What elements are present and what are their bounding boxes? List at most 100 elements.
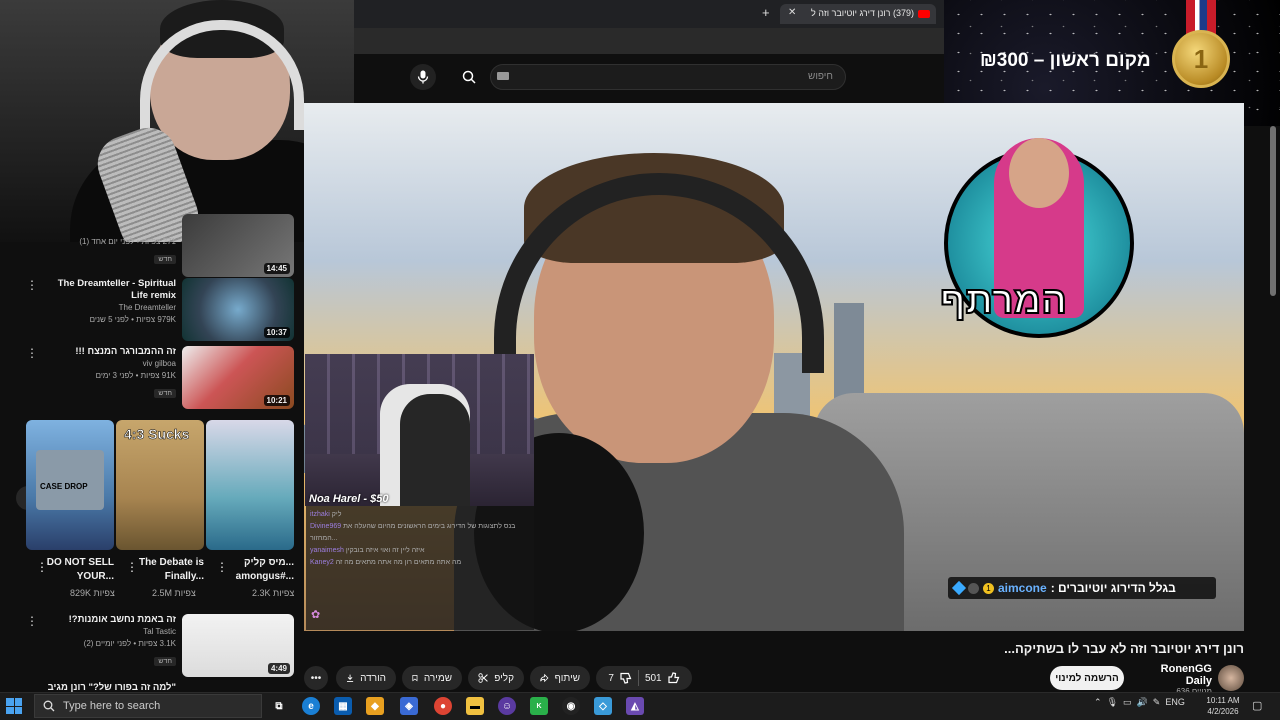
volume-icon[interactable]: 🔊 [1137, 697, 1148, 707]
rank-badge-icon: 1 [983, 582, 994, 594]
notification-icon[interactable]: ▢ [1252, 699, 1262, 712]
video-meta: זה ההמבורגר המנצח !!! viv gilboa 91K צפי… [42, 346, 176, 400]
page-scrollbar[interactable] [1270, 126, 1276, 296]
list-item[interactable]: "למה זה בפורו של?" רונן מגיב [0, 682, 304, 692]
obs-icon[interactable]: ◉ [562, 697, 580, 715]
file-explorer-icon[interactable]: ▬ [466, 697, 484, 715]
store-icon[interactable]: ▦ [334, 697, 352, 715]
chat-message: בנס לתצוגות של הדירוג בימים הראשונים מהי… [310, 523, 516, 542]
app-icon-3[interactable]: ◭ [626, 697, 644, 715]
clock-date: 4/2/2026 [1207, 707, 1239, 716]
video-title[interactable]: "למה זה בפורו של?" רונן מגיב [42, 682, 176, 692]
channel-name[interactable]: RonenGG Daily [1132, 663, 1212, 687]
video-thumbnail[interactable]: 4:49 [182, 614, 294, 677]
short-thumbnail[interactable]: CASE DROP [26, 420, 114, 550]
video-views: 979K צפיות • לפני 5 שנים [89, 315, 176, 324]
language-indicator[interactable]: ENG [1165, 697, 1185, 707]
more-options-icon[interactable]: ⋮ [216, 560, 228, 574]
save-button[interactable]: שמירה [402, 666, 462, 690]
list-item[interactable]: 4:49 זה באמת נחשב אומנות?! Tal Tastic 3.… [0, 614, 304, 680]
dislike-icon[interactable] [620, 672, 632, 684]
mic-icon[interactable]: 🎙 [1107, 697, 1118, 707]
network-icon[interactable]: ▭ [1123, 697, 1132, 707]
subtitle-username: aimcone [998, 581, 1047, 595]
list-item[interactable]: 10:37 The Dreamteller - Spiritual Life r… [0, 278, 304, 344]
case-graphic [36, 450, 104, 510]
video-thumbnail[interactable]: 10:21 [182, 346, 294, 409]
video-title[interactable]: זה באמת נחשב אומנות?! [42, 614, 176, 626]
chat-line: Divine969 בנס לתצוגות של הדירוג בימים הר… [310, 521, 530, 545]
share-label: שיתוף [554, 672, 580, 684]
download-button[interactable]: הורדה [336, 666, 396, 690]
video-title[interactable]: זה ההמבורגר המנצח !!! [42, 346, 176, 358]
avatar-badge-icon [968, 582, 979, 594]
dislike-count: 7 [608, 672, 614, 684]
app-icon[interactable]: ◆ [366, 697, 384, 715]
more-options-icon[interactable]: ⋮ [26, 615, 38, 627]
short-views: 829K צפיות [70, 588, 115, 598]
pen-icon[interactable]: ✎ [1153, 697, 1161, 707]
taskbar-search-placeholder: Type here to search [63, 700, 161, 712]
subscribe-button[interactable]: הרשמה למינוי [1050, 666, 1124, 690]
tab-close-icon[interactable]: ✕ [788, 7, 796, 18]
search-input[interactable]: חיפוש [490, 64, 846, 90]
chat-message: מה אתה מתאים רון מה אתה מתאים מה זה [335, 559, 462, 566]
channel-name[interactable]: viv gilboa [42, 358, 176, 370]
game-icon[interactable]: ◈ [400, 697, 418, 715]
video-thumbnail[interactable]: 10:37 [182, 278, 294, 341]
clip-button[interactable]: קליפ [468, 666, 524, 690]
more-options-icon[interactable]: ⋮ [26, 279, 38, 291]
share-button[interactable]: שיתוף [530, 666, 590, 690]
address-bar [354, 28, 944, 54]
chat-user: Divine969 [310, 523, 342, 530]
windows-start-icon[interactable] [6, 698, 22, 714]
video-views: 91K צפיות • לפני 3 ימים [95, 371, 176, 380]
taskbar-clock[interactable]: 10:11 AM 4/2/2026 [1200, 695, 1246, 717]
short-thumbnail[interactable] [206, 420, 294, 550]
chevron-up-icon[interactable]: ⌃ [1094, 697, 1102, 707]
like-icon[interactable] [668, 672, 680, 684]
chrome-icon[interactable]: ● [434, 697, 452, 715]
donation-label: Noa Harel - $50 [309, 493, 389, 505]
short-thumbnail[interactable]: 4:3 Sucks [116, 420, 204, 550]
short-views: 2.5M צפיות [152, 588, 196, 598]
chat-line: yanaimesh איזה ליין זה ואוי איזה בובקין [310, 545, 530, 557]
channel-name[interactable]: Tal Tastic [42, 626, 176, 638]
voice-search-button[interactable] [410, 64, 436, 90]
more-actions-button[interactable]: ••• [304, 666, 328, 690]
app-icon-2[interactable]: ◇ [594, 697, 612, 715]
list-item[interactable]: 10:21 זה ההמבורגר המנצח !!! viv gilboa 9… [0, 346, 304, 412]
keyboard-icon[interactable] [497, 72, 509, 80]
new-badge: חדש [154, 389, 176, 398]
download-label: הורדה [360, 672, 386, 684]
more-options-icon[interactable]: ⋮ [36, 560, 48, 574]
more-icon: ••• [310, 672, 322, 684]
duration-badge: 4:49 [267, 663, 290, 674]
channel-name[interactable]: The Dreamteller [42, 302, 176, 314]
clip-label: קליפ [494, 672, 514, 684]
edge-icon[interactable]: e [302, 697, 320, 715]
browser-tab[interactable]: (379) רונן דירג יוטיובר וזה ל [780, 4, 936, 24]
video-thumbnail[interactable]: 14:45 [182, 214, 294, 277]
mic-icon [417, 70, 429, 84]
chat-line: Kaney2 מה אתה מתאים רון מה אתה מתאים מה … [310, 557, 530, 569]
system-tray[interactable]: ⌃ 🎙 ▭ 🔊 ✎ ENG [1094, 697, 1185, 708]
video-meta: "למה זה בפורו של?" רונן מגיב [42, 682, 176, 692]
taskbar-search-input[interactable]: Type here to search [34, 694, 262, 718]
channel-logo-text: המרתף [939, 279, 1068, 323]
inset-stream [305, 354, 534, 506]
list-item[interactable]: 14:45 271 צפיות • לפני יום אחד (1) חדש [0, 214, 304, 277]
search-icon [43, 700, 55, 712]
task-view-icon[interactable]: ⧉ [270, 697, 288, 715]
more-options-icon[interactable]: ⋮ [26, 347, 38, 359]
channel-avatar[interactable] [1218, 665, 1244, 691]
kick-icon[interactable]: K [530, 697, 548, 715]
search-button[interactable] [455, 64, 483, 90]
discord-icon[interactable]: ☺ [498, 697, 516, 715]
more-options-icon[interactable]: ⋮ [126, 560, 138, 574]
video-title[interactable]: The Dreamteller - Spiritual Life remix [42, 278, 176, 302]
gold-medal-icon: 1 [1172, 30, 1230, 88]
download-icon [347, 674, 354, 682]
new-tab-button[interactable]: + [762, 5, 770, 20]
short-views: 2.3K צפיות [252, 588, 295, 598]
